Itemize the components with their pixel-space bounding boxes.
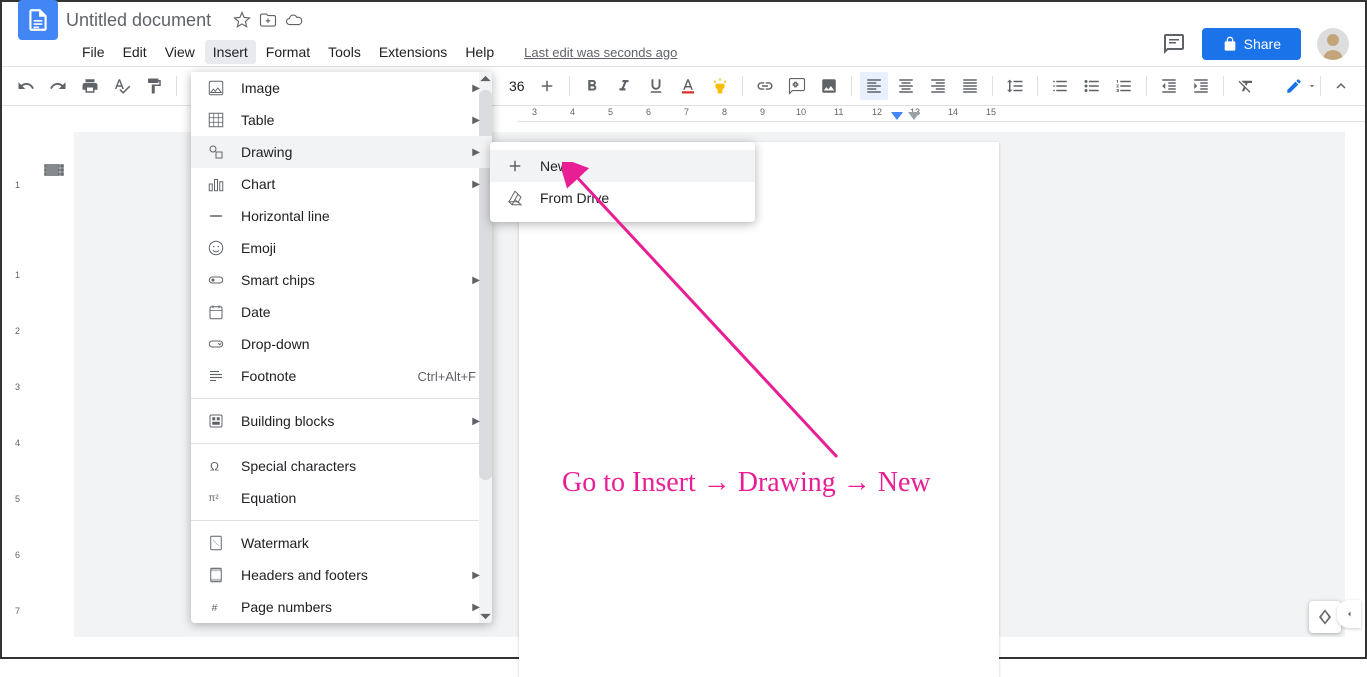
insert-link-button[interactable] <box>751 72 779 100</box>
font-size-plus[interactable] <box>533 72 561 100</box>
insert-dropdown[interactable]: Drop-down <box>191 328 492 360</box>
increase-indent-button[interactable] <box>1187 72 1215 100</box>
cloud-icon[interactable] <box>285 11 303 29</box>
bullet-list-button[interactable] <box>1078 72 1106 100</box>
decrease-indent-button[interactable] <box>1155 72 1183 100</box>
side-panel-toggle[interactable] <box>1337 600 1361 628</box>
drawing-from-drive[interactable]: From Drive <box>490 182 755 214</box>
numbered-list-button[interactable] <box>1110 72 1138 100</box>
document-title[interactable]: Untitled document <box>66 10 211 31</box>
insert-building-blocks[interactable]: Building blocks▶ <box>191 405 492 437</box>
svg-text:Ω: Ω <box>210 460 219 474</box>
user-avatar[interactable] <box>1317 28 1349 60</box>
outline-toggle-icon[interactable] <box>42 158 66 182</box>
move-icon[interactable] <box>259 11 277 29</box>
insert-watermark[interactable]: Watermark <box>191 527 492 559</box>
menu-insert[interactable]: Insert <box>205 40 256 64</box>
horizontal-ruler[interactable]: 3 4 5 6 7 8 9 10 11 12 13 14 15 <box>518 106 1365 122</box>
highlight-button[interactable] <box>706 72 734 100</box>
toolbar-expand-button[interactable] <box>1327 72 1355 100</box>
align-justify-button[interactable] <box>956 72 984 100</box>
vertical-ruler[interactable]: 1 1 2 3 4 5 6 7 <box>12 138 28 638</box>
clear-formatting-button[interactable] <box>1232 72 1260 100</box>
menu-view[interactable]: View <box>157 40 203 64</box>
insert-page-numbers[interactable]: # Page numbers▶ <box>191 591 492 623</box>
submenu-arrow-icon: ▶ <box>472 83 480 94</box>
docs-app-icon[interactable] <box>18 0 58 40</box>
right-indent-marker[interactable] <box>891 112 903 120</box>
insert-footnote[interactable]: FootnoteCtrl+Alt+F <box>191 360 492 392</box>
menu-help[interactable]: Help <box>457 40 502 64</box>
submenu-arrow-icon: ▶ <box>472 147 480 158</box>
add-comment-button[interactable] <box>783 72 811 100</box>
menu-bar: File Edit View Insert Format Tools Exten… <box>2 38 1365 66</box>
undo-button[interactable] <box>12 72 40 100</box>
paint-format-button[interactable] <box>140 72 168 100</box>
menu-edit[interactable]: Edit <box>115 40 155 64</box>
submenu-arrow-icon: ▶ <box>472 570 480 581</box>
insert-table[interactable]: Table▶ <box>191 104 492 136</box>
insert-image[interactable]: Image▶ <box>191 72 492 104</box>
insert-drawing[interactable]: Drawing▶ <box>191 136 492 168</box>
star-icon[interactable] <box>233 11 251 29</box>
svg-text:#: # <box>212 602 218 614</box>
submenu-arrow-icon: ▶ <box>472 416 480 427</box>
text-color-button[interactable] <box>674 72 702 100</box>
insert-date[interactable]: Date <box>191 296 492 328</box>
menu-file[interactable]: File <box>74 40 113 64</box>
submenu-arrow-icon: ▶ <box>472 275 480 286</box>
share-label: Share <box>1244 36 1281 52</box>
spellcheck-button[interactable] <box>108 72 136 100</box>
print-button[interactable] <box>76 72 104 100</box>
indent-marker[interactable] <box>908 112 920 120</box>
redo-button[interactable] <box>44 72 72 100</box>
italic-button[interactable] <box>610 72 638 100</box>
document-page[interactable] <box>519 142 999 677</box>
line-spacing-button[interactable] <box>1001 72 1029 100</box>
annotation-text: Go to Insert → Drawing → New <box>562 467 931 499</box>
submenu-arrow-icon: ▶ <box>472 602 480 613</box>
svg-text:π²: π² <box>209 493 220 504</box>
submenu-arrow-icon: ▶ <box>472 179 480 190</box>
insert-special-characters[interactable]: Ω Special characters <box>191 450 492 482</box>
align-right-button[interactable] <box>924 72 952 100</box>
submenu-arrow-icon: ▶ <box>472 115 480 126</box>
editing-mode-button[interactable] <box>1285 77 1317 95</box>
bold-button[interactable] <box>578 72 606 100</box>
insert-emoji[interactable]: Emoji <box>191 232 492 264</box>
insert-image-button[interactable] <box>815 72 843 100</box>
drawing-new[interactable]: New <box>490 150 755 182</box>
align-center-button[interactable] <box>892 72 920 100</box>
drawing-submenu: New From Drive <box>490 142 755 222</box>
title-bar: Untitled document <box>2 2 1365 38</box>
font-size-display[interactable]: 36 <box>505 78 529 94</box>
insert-menu-dropdown: Image▶ Table▶ Drawing▶ Chart▶ Horizontal… <box>191 72 492 623</box>
insert-equation[interactable]: π² Equation <box>191 482 492 514</box>
menu-format[interactable]: Format <box>258 40 318 64</box>
insert-horizontal-line[interactable]: Horizontal line <box>191 200 492 232</box>
align-left-button[interactable] <box>860 72 888 100</box>
checklist-button[interactable] <box>1046 72 1074 100</box>
insert-headers-footers[interactable]: Headers and footers▶ <box>191 559 492 591</box>
underline-button[interactable] <box>642 72 670 100</box>
insert-chart[interactable]: Chart▶ <box>191 168 492 200</box>
share-button[interactable]: Share <box>1202 28 1301 60</box>
comments-icon[interactable] <box>1162 32 1186 56</box>
menu-tools[interactable]: Tools <box>320 40 369 64</box>
last-edit-link[interactable]: Last edit was seconds ago <box>524 45 677 60</box>
shortcut-label: Ctrl+Alt+F <box>417 369 476 384</box>
insert-smart-chips[interactable]: Smart chips▶ <box>191 264 492 296</box>
menu-extensions[interactable]: Extensions <box>371 40 455 64</box>
